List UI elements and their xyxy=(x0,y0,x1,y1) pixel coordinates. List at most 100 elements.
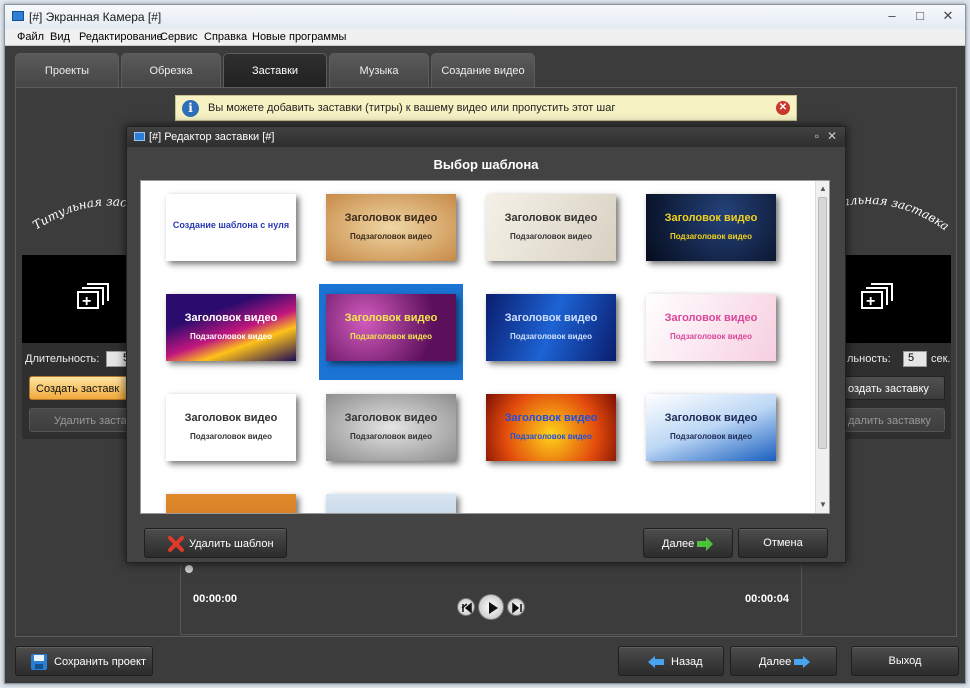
prev-frame-button[interactable] xyxy=(457,598,475,616)
final-outro-panel: + льность: 5 сек. оздать заставку далить… xyxy=(843,255,951,439)
outro-duration-input[interactable]: 5 xyxy=(903,351,927,367)
scroll-thumb[interactable] xyxy=(818,197,827,449)
arrow-right-icon xyxy=(794,656,810,668)
template-title: Заголовок видео xyxy=(664,212,758,224)
menu-service[interactable]: Сервис xyxy=(160,31,198,43)
skip-forward-icon xyxy=(512,602,522,614)
template-tile-film[interactable]: Заголовок видео Подзаголовок видео xyxy=(646,394,776,461)
template-title: Заголовок видео xyxy=(344,312,438,324)
save-project-button[interactable]: Сохранить проект xyxy=(15,646,153,676)
dialog-close-icon[interactable]: ✕ xyxy=(827,129,837,143)
template-tile-sky-partial[interactable] xyxy=(326,494,456,513)
template-subtitle: Подзаголовок видео xyxy=(350,332,432,341)
tab-create-video[interactable]: Создание видео xyxy=(431,53,535,87)
template-tile-silver[interactable]: Заголовок видео Подзаголовок видео xyxy=(326,394,456,461)
template-tile-speakers[interactable]: Заголовок видео Подзаголовок видео xyxy=(166,394,296,461)
template-title: Заголовок видео xyxy=(664,412,758,424)
template-tile-fire[interactable]: Заголовок видео Подзаголовок видео xyxy=(486,394,616,461)
tab-intros[interactable]: Заставки xyxy=(223,53,327,87)
dialog-next-button[interactable]: Далее xyxy=(643,528,733,558)
maximize-icon[interactable]: □ xyxy=(907,7,933,25)
next-frame-button[interactable] xyxy=(507,598,525,616)
floppy-icon xyxy=(31,654,47,670)
next-button[interactable]: Далее xyxy=(730,646,837,676)
outro-duration-label: льность: xyxy=(847,353,891,365)
skip-back-icon xyxy=(461,602,472,614)
duration-label: Длительность: xyxy=(25,353,100,365)
time-end: 00:00:04 xyxy=(744,593,789,605)
template-tile-blue-rays[interactable]: Заголовок видео Подзаголовок видео xyxy=(486,294,616,361)
green-arrow-right-icon xyxy=(697,537,713,551)
template-subtitle: Подзаголовок видео xyxy=(510,232,592,241)
scroll-up-icon[interactable]: ▲ xyxy=(818,183,828,195)
template-title: Создание шаблона с нуля xyxy=(172,220,290,230)
final-outro-preview[interactable]: + xyxy=(843,255,951,343)
add-outro-icon: + xyxy=(861,283,895,311)
template-tile-blank[interactable]: Создание шаблона с нуля xyxy=(166,194,296,261)
template-tile-purple-floral[interactable]: Заголовок видео Подзаголовок видео xyxy=(326,294,456,361)
template-subtitle: Подзаголовок видео xyxy=(190,432,272,441)
template-title: Заголовок видео xyxy=(504,212,598,224)
title-intro-preview[interactable]: + xyxy=(22,255,140,343)
intro-editor-dialog: [#] Редактор заставки [#] ▫ ✕ Выбор шабл… xyxy=(126,126,846,563)
window-title: [#] Экранная Камера [#] xyxy=(29,10,162,24)
time-start: 00:00:00 xyxy=(193,593,238,605)
template-tile-night[interactable]: Заголовок видео Подзаголовок видео xyxy=(646,194,776,261)
template-subtitle: Подзаголовок видео xyxy=(510,332,592,341)
menu-bar: Файл Вид Редактирование Сервис Справка Н… xyxy=(5,29,965,46)
arrow-left-icon xyxy=(648,656,664,668)
play-button[interactable] xyxy=(478,594,504,620)
info-banner: i Вы можете добавить заставки (титры) к … xyxy=(175,95,797,121)
svg-text:альная заставка: альная заставка xyxy=(843,193,952,233)
template-title: Заголовок видео xyxy=(664,312,758,324)
template-tile-rainbow[interactable]: Заголовок видео Подзаголовок видео xyxy=(166,294,296,361)
scroll-down-icon[interactable]: ▼ xyxy=(818,499,828,511)
delete-intro-button[interactable]: Удалить застав xyxy=(29,408,140,432)
template-heading: Выбор шаблона xyxy=(433,157,539,172)
info-text: Вы можете добавить заставки (титры) к ва… xyxy=(208,102,616,114)
seconds-unit: сек. xyxy=(931,353,951,365)
timeline-handle[interactable] xyxy=(185,565,193,573)
menu-edit[interactable]: Редактирование xyxy=(79,31,163,43)
title-bar: [#] Экранная Камера [#] – □ ✕ xyxy=(5,5,965,29)
dialog-cancel-button[interactable]: Отмена xyxy=(738,528,828,558)
gallery-scrollbar[interactable]: ▲ ▼ xyxy=(815,181,829,513)
tab-music[interactable]: Музыка xyxy=(329,53,429,87)
back-button[interactable]: Назад xyxy=(618,646,724,676)
template-subtitle: Подзаголовок видео xyxy=(510,432,592,441)
exit-button[interactable]: Выход xyxy=(851,646,959,676)
template-subtitle: Подзаголовок видео xyxy=(670,332,752,341)
template-subtitle: Подзаголовок видео xyxy=(670,432,752,441)
template-title: Заголовок видео xyxy=(344,412,438,424)
title-intro-panel: + Длительность: 5 Создать заставк Удалит… xyxy=(22,255,140,439)
template-tile-parchment[interactable]: Заголовок видео Подзаголовок видео xyxy=(326,194,456,261)
dialog-minimize-icon[interactable]: ▫ xyxy=(815,129,819,143)
red-x-icon xyxy=(168,536,184,552)
delete-template-button[interactable]: Удалить шаблон xyxy=(144,528,287,558)
minimize-icon[interactable]: – xyxy=(879,7,905,25)
create-intro-button[interactable]: Создать заставк xyxy=(29,376,140,400)
template-tile-ink[interactable]: Заголовок видео Подзаголовок видео xyxy=(486,194,616,261)
menu-new-programs[interactable]: Новые программы xyxy=(252,31,346,43)
close-icon[interactable]: ✕ xyxy=(935,7,961,25)
tab-trim[interactable]: Обрезка xyxy=(121,53,221,87)
template-title: Заголовок видео xyxy=(184,412,278,424)
template-subtitle: Подзаголовок видео xyxy=(190,332,272,341)
template-gallery: Создание шаблона с нуля Заголовок видео По… xyxy=(140,180,830,514)
menu-file[interactable]: Файл xyxy=(17,31,44,43)
title-intro-heading: Титульная заста xyxy=(30,190,140,232)
menu-help[interactable]: Справка xyxy=(204,31,247,43)
template-subtitle: Подзаголовок видео xyxy=(670,232,752,241)
template-tile-orange-partial[interactable] xyxy=(166,494,296,513)
close-banner-icon[interactable]: ✕ xyxy=(776,101,790,115)
svg-text:Титульная заста: Титульная заста xyxy=(30,190,140,232)
template-tile-pink-floral[interactable]: Заголовок видео Подзаголовок видео xyxy=(646,294,776,361)
template-title: Заголовок видео xyxy=(344,212,438,224)
create-outro-button[interactable]: оздать заставку xyxy=(843,376,945,400)
menu-view[interactable]: Вид xyxy=(50,31,70,43)
dialog-title-bar: [#] Редактор заставки [#] ▫ ✕ xyxy=(127,127,845,147)
template-title: Заголовок видео xyxy=(504,312,598,324)
dialog-monitor-icon xyxy=(134,132,145,141)
delete-outro-button[interactable]: далить заставку xyxy=(843,408,945,432)
tab-projects[interactable]: Проекты xyxy=(15,53,119,87)
